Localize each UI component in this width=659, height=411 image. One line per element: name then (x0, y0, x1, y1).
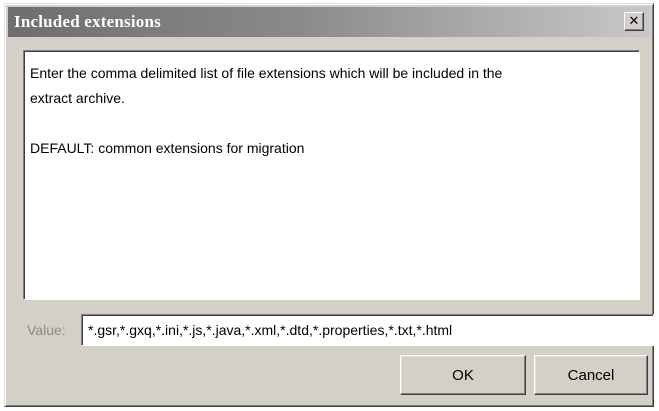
description-line-1: Enter the comma delimited list of file e… (30, 65, 503, 81)
title-bar[interactable]: Included extensions ✕ (8, 7, 650, 37)
ok-button[interactable]: OK (400, 355, 526, 395)
dialog-title: Included extensions (14, 12, 161, 31)
included-extensions-dialog: Included extensions ✕ Enter the comma de… (4, 3, 654, 407)
description-area: Enter the comma delimited list of file e… (23, 50, 640, 300)
close-button[interactable]: ✕ (624, 12, 644, 31)
description-line-2: extract archive. (30, 90, 125, 106)
value-label: Value: (27, 322, 66, 338)
cancel-button[interactable]: Cancel (534, 355, 648, 395)
value-input[interactable] (81, 314, 654, 346)
close-icon: ✕ (628, 14, 640, 29)
description-default-note: DEFAULT: common extensions for migration (30, 140, 305, 156)
